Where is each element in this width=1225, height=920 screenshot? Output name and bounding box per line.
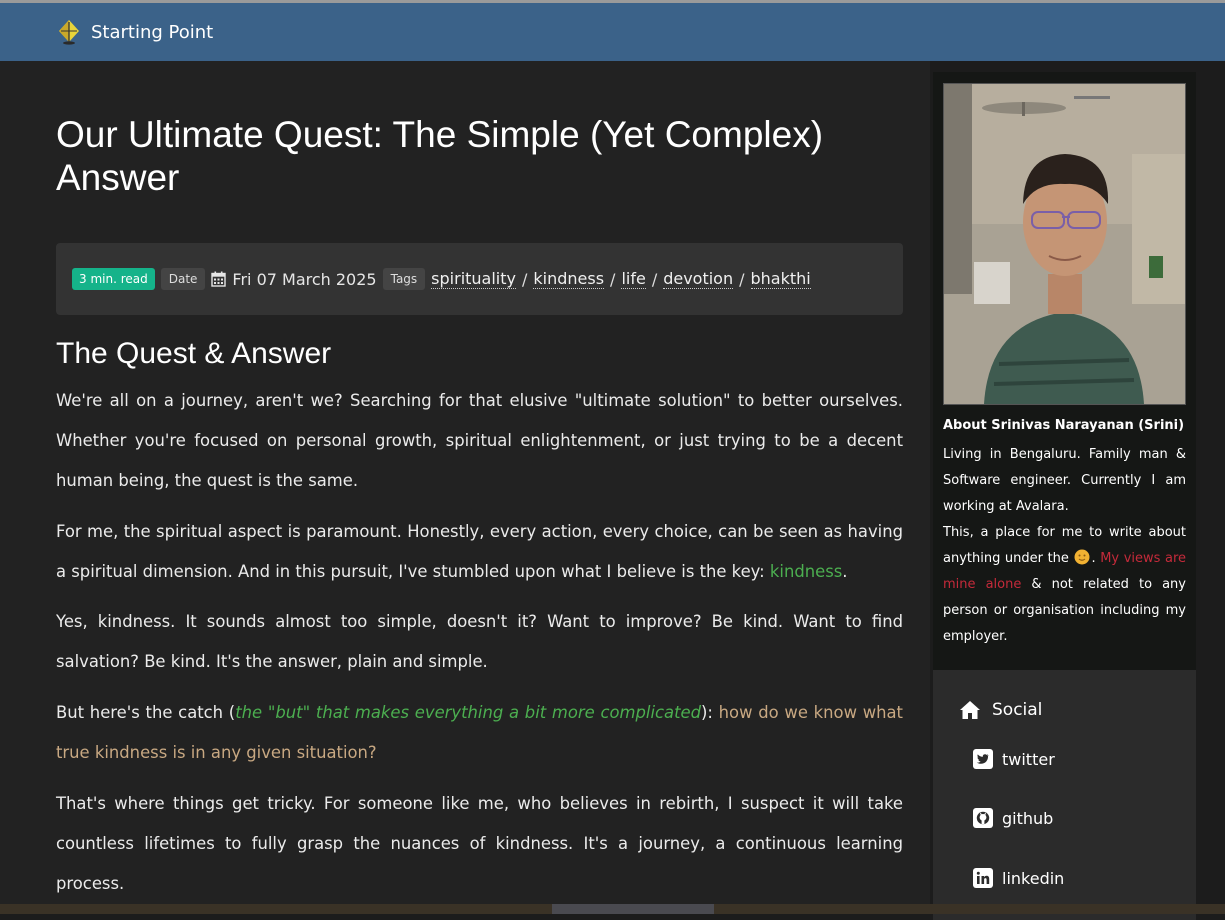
post-meta-bar: 3 min. read Date Fri 07 March 2025 Tags … [56,243,903,315]
os-taskbar [0,904,1225,914]
sidebar: About Srinivas Narayanan (Srini) Living … [933,72,1196,920]
paragraph-2-end: . [842,562,848,581]
article-content: Our Ultimate Quest: The Simple (Yet Comp… [0,61,930,904]
section-heading: The Quest & Answer [56,337,332,370]
home-icon [960,701,980,719]
social-title: Social [992,700,1043,720]
about-card: About Srinivas Narayanan (Srini) Living … [933,72,1196,670]
post-date: Fri 07 March 2025 [232,269,377,289]
site-logo-icon [59,20,79,45]
tag-link-spirituality[interactable]: spirituality [431,269,516,289]
post-title: Our Ultimate Quest: The Simple (Yet Comp… [56,114,824,198]
about-text: Living in Bengaluru. Family man & Softwa… [943,442,1186,650]
github-icon [973,808,993,828]
tag-separator: / [610,269,616,289]
tag-link-kindness[interactable]: kindness [533,269,605,289]
paragraph-4-start: But here's the catch ( [56,703,236,722]
tag-separator: / [739,269,745,289]
social-heading: Social [959,700,1042,720]
sun-emoji-icon [1074,549,1090,565]
paragraph-4-italic: the "but" that makes everything a bit mo… [235,703,701,722]
social-link-twitter[interactable]: twitter [973,749,1055,769]
linkedin-icon [973,868,993,888]
tag-link-devotion[interactable]: devotion [663,269,734,289]
twitter-label: twitter [1002,749,1055,769]
paragraph-2: For me, the spiritual aspect is paramoun… [56,512,903,592]
twitter-icon [973,749,993,769]
paragraph-1: We're all on a journey, aren't we? Searc… [56,391,903,490]
read-time-badge: 3 min. read [72,268,155,290]
taskbar-app-icons[interactable] [552,904,714,914]
date-label-badge: Date [160,268,206,290]
linkedin-label: linkedin [1002,868,1065,888]
social-link-linkedin[interactable]: linkedin [973,868,1064,888]
about-text-period: . [1091,551,1101,566]
author-portrait-image [944,84,1185,404]
tag-link-bhakthi[interactable]: bhakthi [750,269,811,289]
paragraph-4-mid: ): [701,703,719,722]
tags-label-badge: Tags [382,268,426,290]
navbar: Starting Point [0,3,1225,61]
paragraph-3: Yes, kindness. It sounds almost too simp… [56,612,903,671]
kindness-highlight: kindness [769,562,843,581]
about-text-line-1: Living in Bengaluru. Family man & Softwa… [943,447,1186,514]
author-photo [943,83,1186,405]
tag-separator: / [651,269,658,289]
github-label: github [1002,808,1054,828]
social-link-github[interactable]: github [973,808,1053,828]
paragraph-5: That's where things get tricky. For some… [56,794,903,893]
paragraph-4: But here's the catch (the "but" that mak… [56,693,903,773]
brand-title: Starting Point [91,21,214,43]
brand-link[interactable]: Starting Point [58,19,213,45]
calendar-icon [211,271,227,287]
tag-link-life[interactable]: life [621,269,646,289]
tag-separator: / [521,269,528,289]
social-panel: Social twitter github linkedin [933,670,1196,920]
about-title: About Srinivas Narayanan (Srini) [943,418,1185,433]
